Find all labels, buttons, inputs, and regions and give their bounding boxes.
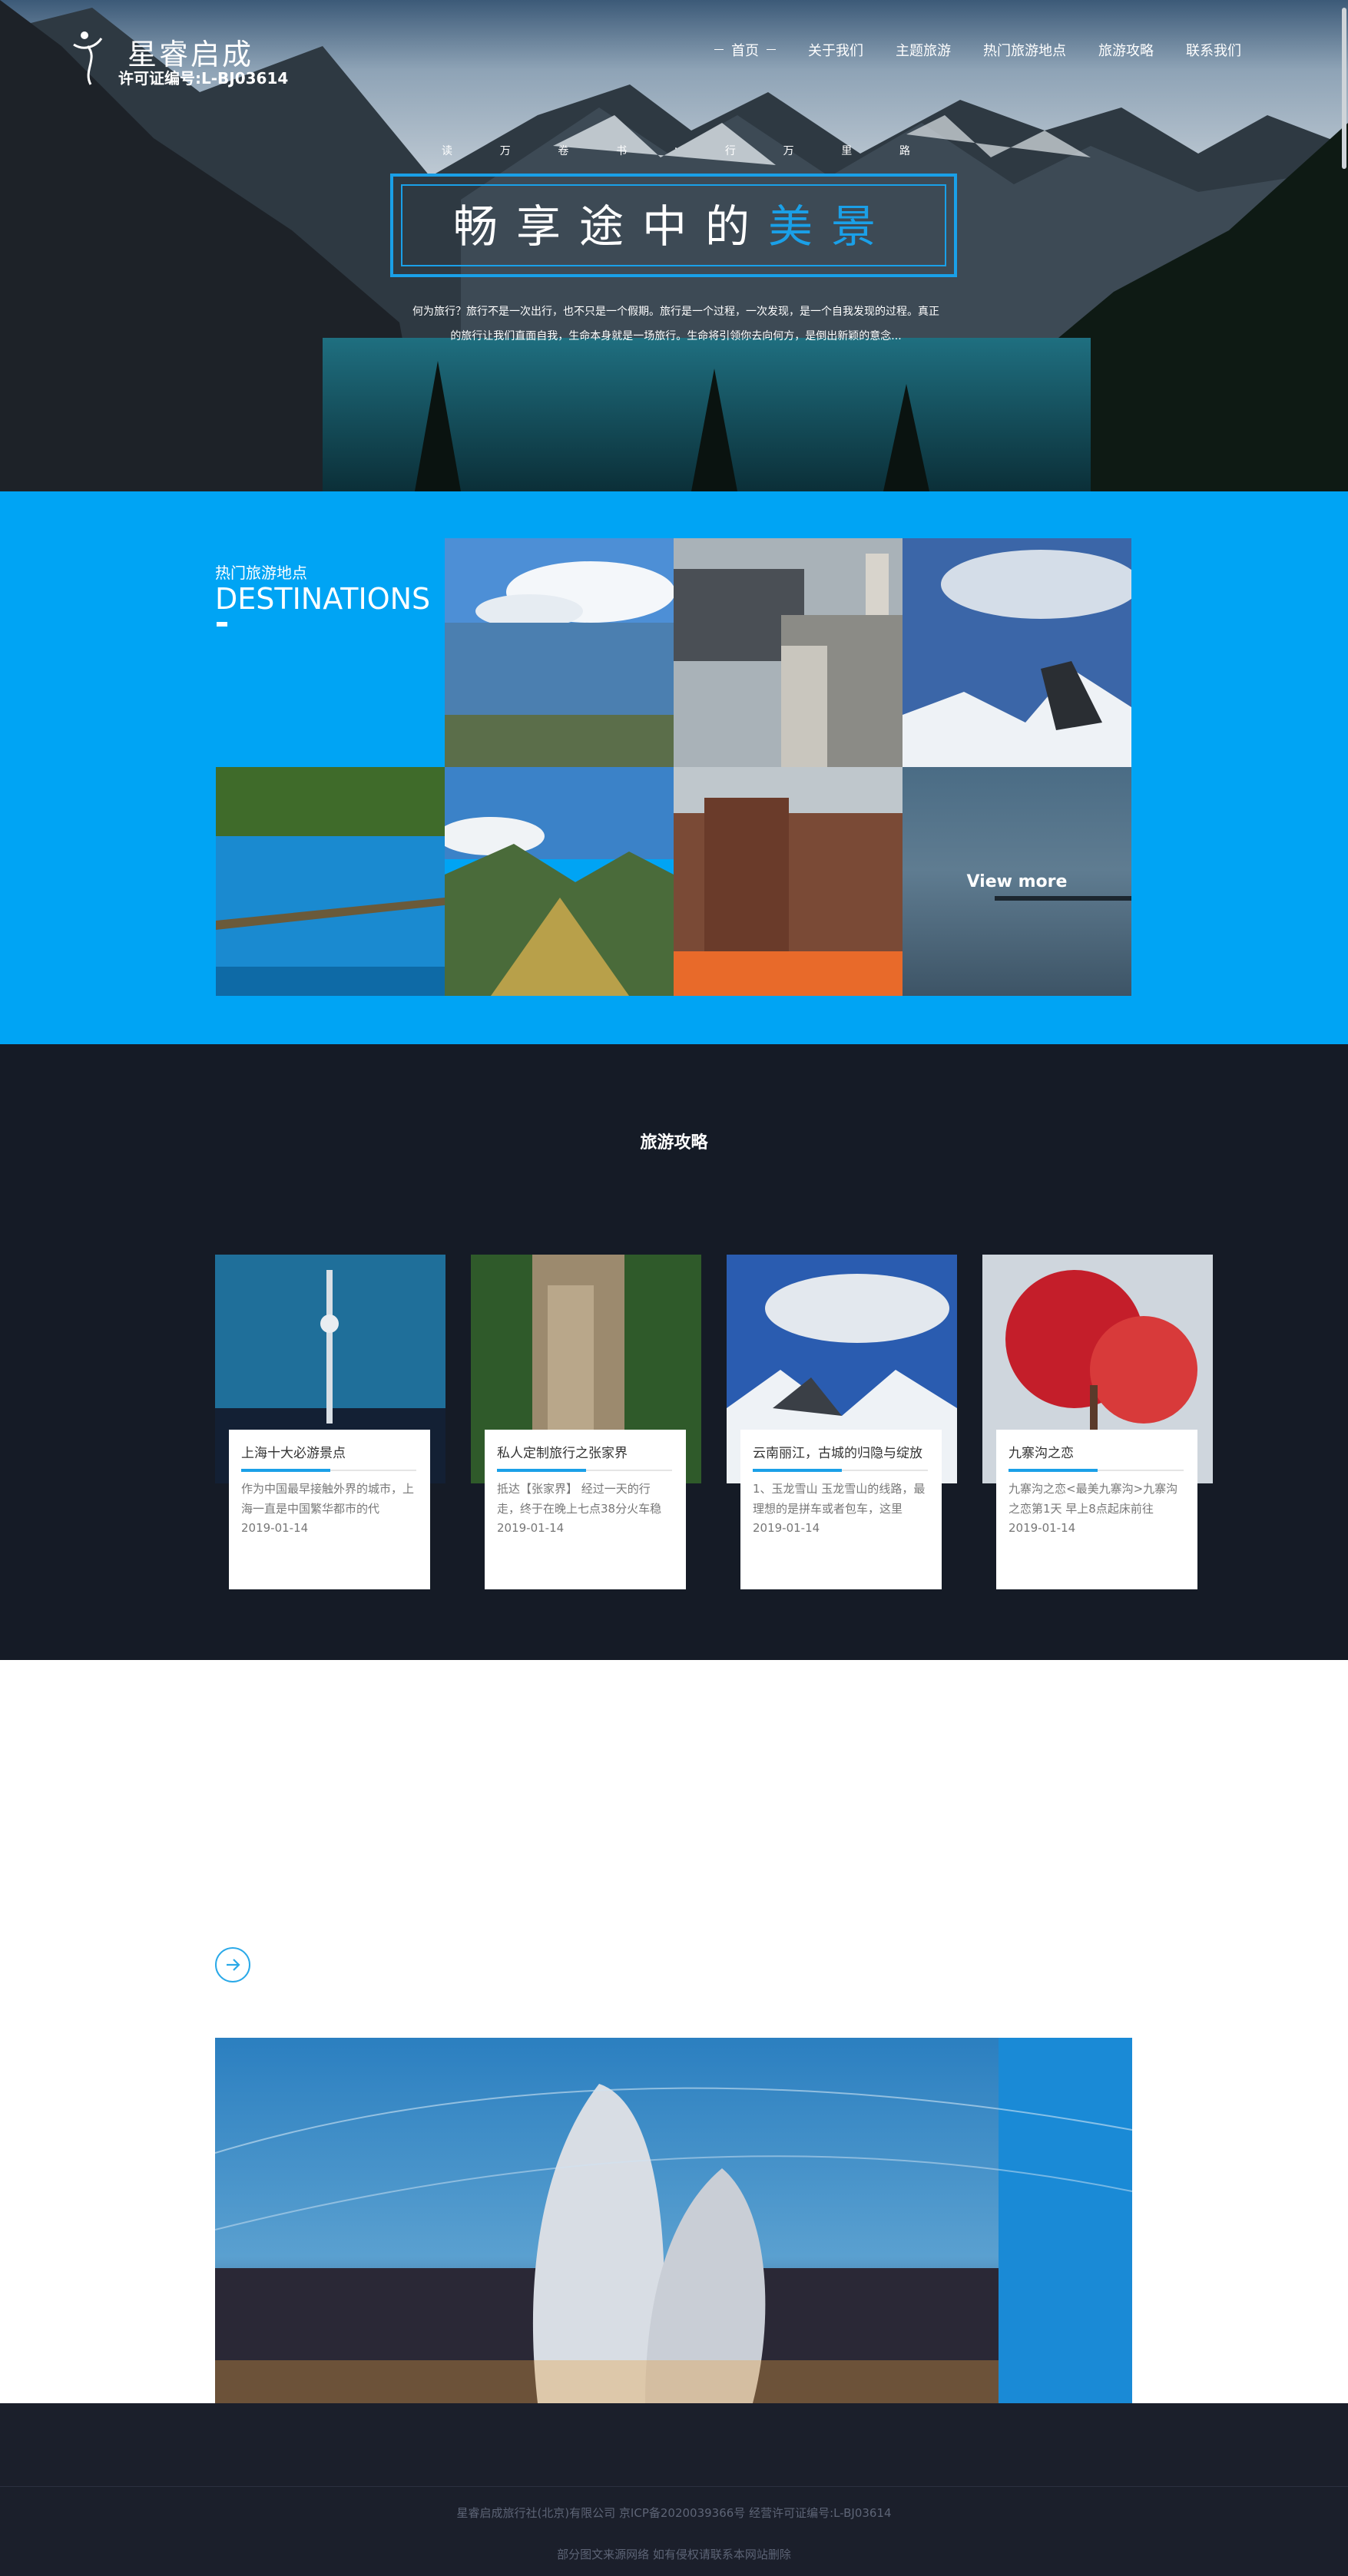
hero-description: 何为旅行？旅行不是一次出行，也不只是一个假期。旅行是一个过程，一次发现，是一个自…: [384, 299, 968, 349]
guide-card-excerpt: 作为中国最早接触外界的城市，上海一直是中国繁华都市的代: [241, 1482, 415, 1516]
page-scrollbar[interactable]: [1342, 8, 1346, 169]
destination-tile-valley[interactable]: [445, 767, 674, 996]
guide-card-body: 上海十大必游景点 作为中国最早接触外界的城市，上海一直是中国繁华都市的代 201…: [229, 1430, 430, 1589]
tagline-char: 万: [783, 145, 794, 157]
tagline-char: ·: [674, 143, 678, 155]
arrow-right-icon: [227, 1959, 240, 1971]
logo-figure-icon: [73, 31, 103, 85]
destinations-title-en: DESTINATIONS: [215, 582, 431, 616]
guide-card-body: 云南丽江，古城的归隐与绽放 1、玉龙雪山 玉龙雪山的线路，最理想的是拼车或者包车…: [740, 1430, 942, 1589]
footer-disclaimer: 部分图文来源网络 如有侵权请联系本网站删除: [557, 2548, 791, 2561]
guide-card-body: 私人定制旅行之张家界 抵达【张家界】 经过一天的行走，终于在晚上七点38分火车稳…: [485, 1430, 686, 1589]
tagline-char: 里: [841, 145, 853, 157]
guides-title: 旅游攻略: [640, 1133, 708, 1152]
promo-section: [0, 1660, 1348, 2403]
guide-card-date: 2019-01-14: [1009, 1521, 1076, 1535]
main-nav: 首页 关于我们 主题旅游 热门旅游地点 旅游攻略 联系我们: [714, 40, 1273, 63]
destination-tile-jiuzhai-lake[interactable]: [216, 767, 445, 996]
guide-card[interactable]: 私人定制旅行之张家界 抵达【张家界】 经过一天的行走，终于在晚上七点38分火车稳…: [471, 1255, 701, 1592]
pier-silhouette: [995, 896, 1131, 901]
destinations-title-cn: 热门旅游地点: [215, 564, 307, 582]
guide-card[interactable]: 九寨沟之恋 九寨沟之恋<最美九寨沟>九寨沟之恋第1天 早上8点起床前往 2019…: [982, 1255, 1213, 1592]
tagline-char: 书: [616, 145, 628, 157]
destinations-section: 热门旅游地点 DESTINATIONS View more: [0, 491, 1348, 1044]
site-logo[interactable]: 星睿启成 许可证编号:L-BJ03614: [68, 25, 298, 94]
promo-city-image[interactable]: [215, 2038, 1132, 2403]
guide-card-date: 2019-01-14: [497, 1521, 565, 1535]
destination-tile-old-town[interactable]: [674, 538, 903, 767]
guide-card-excerpt: 1、玉龙雪山 玉龙雪山的线路，最理想的是拼车或者包车，这里: [753, 1482, 926, 1516]
hero-tagline: 读 万 卷 书 · 行 万 里 路: [442, 143, 910, 158]
guide-card-date: 2019-01-14: [241, 1521, 309, 1535]
hero-desc-line: 何为旅行？旅行不是一次出行，也不只是一个假期。旅行是一个过程，一次发现，是一个自…: [412, 306, 939, 318]
guide-card-title[interactable]: 私人定制旅行之张家界: [497, 1440, 672, 1467]
nav-item-about[interactable]: 关于我们: [808, 40, 863, 63]
guide-card-date: 2019-01-14: [753, 1521, 820, 1535]
guide-card-body: 九寨沟之恋 九寨沟之恋<最美九寨沟>九寨沟之恋第1天 早上8点起床前往 2019…: [996, 1430, 1197, 1589]
nav-item-contact[interactable]: 联系我们: [1186, 40, 1241, 63]
tagline-char: 卷: [558, 145, 569, 157]
nav-item-destinations[interactable]: 热门旅游地点: [983, 40, 1066, 63]
guide-card-excerpt: 九寨沟之恋<最美九寨沟>九寨沟之恋第1天 早上8点起床前往: [1009, 1482, 1178, 1516]
guide-card[interactable]: 上海十大必游景点 作为中国最早接触外界的城市，上海一直是中国繁华都市的代 201…: [215, 1255, 445, 1592]
nav-item-guides[interactable]: 旅游攻略: [1098, 40, 1154, 63]
hero-banner: 星睿启成 许可证编号:L-BJ03614 首页 关于我们 主题旅游 热门旅游地点…: [0, 0, 1348, 491]
title-accent-bar: [217, 622, 227, 627]
destination-tile-snow-mountain[interactable]: [903, 538, 1131, 767]
footer-company-info: 星睿启成旅行社(北京)有限公司 京ICP备2020039366号 经营许可证编号…: [456, 2506, 892, 2520]
destination-tile-buddha[interactable]: [674, 767, 903, 996]
guide-card-title[interactable]: 九寨沟之恋: [1009, 1440, 1184, 1467]
tagline-char: 读: [442, 145, 452, 157]
view-more-button[interactable]: View more: [903, 767, 1131, 996]
hero-desc-line: 的旅行让我们直面自我，生命本身就是一场旅行。生命将引领你去向何方，是倒出新颖的意…: [450, 330, 902, 342]
travel-guides-section: 旅游攻略 上海十大必游景点 作为中国最早接触外界的城市，上海一直是中国繁华都市的…: [0, 1044, 1348, 1660]
hero-title: 畅享途中的美景: [390, 190, 957, 255]
guide-card-title[interactable]: 上海十大必游景点: [241, 1440, 416, 1467]
destination-tile-lake[interactable]: [445, 538, 674, 767]
guide-card[interactable]: 云南丽江，古城的归隐与绽放 1、玉龙雪山 玉龙雪山的线路，最理想的是拼车或者包车…: [727, 1255, 957, 1592]
site-footer: 星睿启成旅行社(北京)有限公司 京ICP备2020039366号 经营许可证编号…: [0, 2403, 1348, 2576]
destination-tile-view-more[interactable]: View more: [903, 767, 1131, 996]
tagline-char: 路: [899, 145, 910, 157]
tagline-char: 万: [499, 145, 511, 157]
guide-card-title[interactable]: 云南丽江，古城的归隐与绽放: [753, 1440, 928, 1467]
view-more-label: View more: [966, 871, 1068, 891]
nav-item-theme-travel[interactable]: 主题旅游: [896, 40, 951, 63]
nav-item-home[interactable]: 首页: [714, 40, 776, 63]
guide-card-excerpt: 抵达【张家界】 经过一天的行走，终于在晚上七点38分火车稳: [497, 1482, 662, 1516]
license-number: 许可证编号:L-BJ03614: [118, 69, 289, 88]
tagline-char: 行: [724, 145, 736, 157]
next-arrow-button[interactable]: [215, 1947, 250, 1982]
hero-title-main: 畅享途中的: [452, 200, 768, 253]
hero-title-highlight: 美景: [768, 200, 895, 253]
